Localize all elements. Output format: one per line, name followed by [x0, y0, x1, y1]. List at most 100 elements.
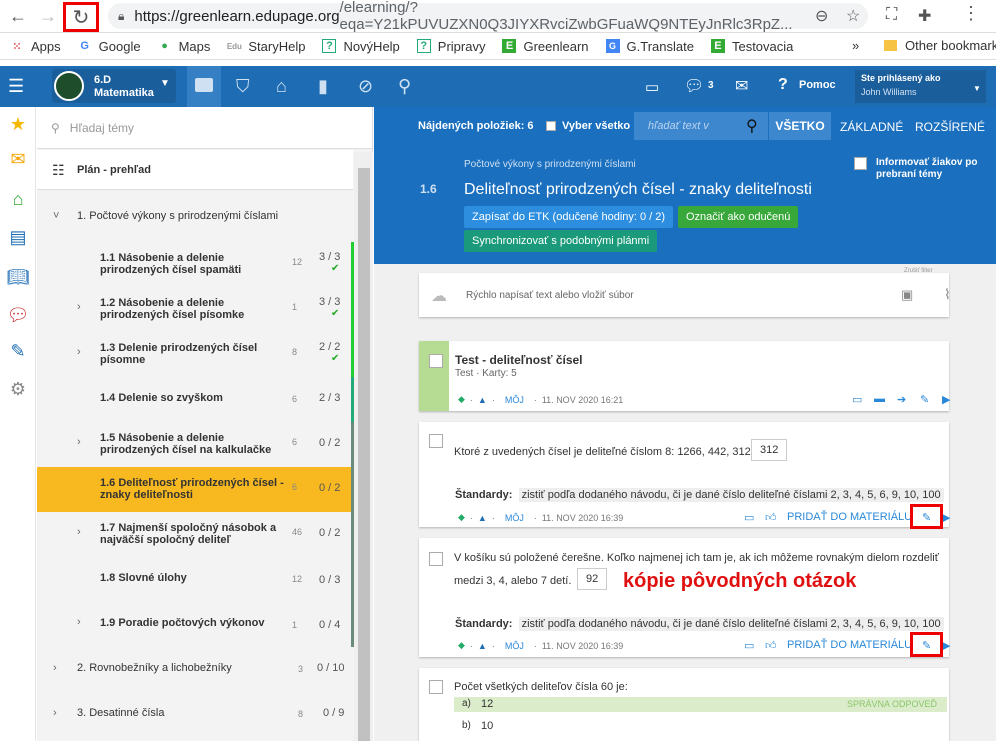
compass-icon[interactable]: ⊘ [358, 76, 373, 97]
tab-extended[interactable]: ROZŠÍRENÉ [915, 120, 985, 134]
home-icon[interactable]: ⌂ [6, 187, 30, 211]
test-card[interactable]: Test - deliteľnosť čísel Test · Karty: 5… [419, 341, 950, 411]
plan-scrollbar-thumb[interactable] [358, 168, 370, 741]
zoom-icon[interactable]: ⊖ [815, 6, 828, 26]
menu-dots-icon[interactable]: ⋮ [962, 3, 980, 24]
tag-icon[interactable]: ◆ [458, 394, 465, 405]
more-bookmarks-icon[interactable]: » [852, 38, 859, 53]
star-icon[interactable]: ★ [6, 112, 30, 136]
user-selector[interactable]: Ste prihlásený ako John Williams ▼ [855, 70, 986, 103]
shield-icon[interactable]: ⛉ [236, 76, 250, 97]
cast-icon[interactable]: ▭ [744, 511, 754, 524]
class-selector[interactable]: 6.D Matematika ▼ [52, 69, 176, 103]
discussion-icon[interactable]: 💬︎ [6, 303, 30, 327]
topic-row[interactable]: 1.8 Slovné úlohy 12 0 / 3 [37, 557, 356, 602]
chapter-row[interactable]: ˅ 1. Počtové výkony s prirodzenými čísla… [37, 199, 353, 229]
item-checkbox[interactable] [429, 552, 443, 566]
institution-icon[interactable]: ⌂ [276, 76, 287, 97]
login-icon[interactable]: ➔ [897, 393, 906, 406]
image-icon[interactable]: ▣ [901, 287, 913, 303]
item-checkbox[interactable] [429, 434, 443, 448]
extensions-icon[interactable]: ✚ [918, 6, 931, 26]
item-checkbox[interactable] [429, 354, 443, 368]
cast-icon[interactable]: ▭ [852, 393, 862, 406]
bookmark-maps[interactable]: ● Maps [158, 39, 210, 54]
item-checkbox[interactable] [429, 680, 443, 694]
play-icon[interactable]: ▶ [942, 393, 950, 406]
topic-row[interactable]: › 1.5 Násobenie a delenie prirodzených č… [37, 422, 356, 467]
notebook-icon[interactable]: ▤ [6, 225, 30, 249]
pencils-icon[interactable]: ✎ [6, 339, 30, 363]
thumbs-up-icon[interactable]: 👍︎ [765, 511, 777, 524]
folder-icon[interactable]: ▬ [874, 393, 885, 405]
fullscreen-icon[interactable]: ⛶ [886, 6, 897, 24]
chapter-row[interactable]: › 3. Desatinné čísla 8 0 / 9 [37, 692, 353, 737]
chat-bubbles-icon[interactable]: 💬︎ [684, 76, 704, 96]
topic-row[interactable]: › 1.3 Delenie prirodzených čísel písomne… [37, 332, 356, 377]
envelope-icon[interactable]: ✉ [735, 76, 748, 96]
filter-search-input[interactable]: hľadať text v ⚲ [634, 112, 768, 140]
question-card[interactable]: Ktoré z uvedených čísel je deliteľné čís… [419, 422, 950, 529]
cast-icon[interactable]: ▭ [645, 78, 659, 96]
tab-all[interactable]: VŠETKO [769, 112, 831, 140]
address-bar[interactable]: 🔒︎ https://greenlearn.edupage.org/elearn… [108, 0, 868, 33]
forward-arrow-icon[interactable]: → [36, 4, 60, 28]
question-card[interactable]: Počet všetkých deliteľov čísla 60 je: a)… [419, 668, 949, 741]
write-to-etk-button[interactable]: Zapísať do ETK (odučené hodiny: 0 / 2) [464, 206, 674, 228]
topic-row[interactable]: 1.1 Násobenie a delenie prirodzených čís… [37, 242, 356, 287]
topic-row[interactable]: › 1.9 Poradie počtových výkonov 1 0 / 4 [37, 602, 356, 647]
select-all-checkbox[interactable] [546, 121, 556, 131]
tab-elearning[interactable] [187, 66, 221, 107]
graduation-cap-icon[interactable]: ▲ [478, 395, 487, 405]
book-icon[interactable]: 📖︎ [6, 265, 30, 289]
bookmark-pripravy[interactable]: ? Pripravy [416, 39, 485, 54]
mark-taught-button[interactable]: Označiť ako odučenú [678, 206, 799, 228]
thumbs-up-icon[interactable]: 👍︎ [765, 639, 777, 652]
select-all-label[interactable]: Vyber všetko [562, 120, 630, 132]
graduation-cap-icon[interactable]: ▲ [478, 513, 487, 523]
bookmark-translate[interactable]: G G.Translate [605, 39, 694, 54]
add-to-material-button[interactable]: PRIDAŤ DO MATERIÁLU [787, 511, 912, 523]
envelope-icon[interactable]: ✉ [6, 147, 30, 171]
back-arrow-icon[interactable]: ← [6, 4, 30, 28]
graduation-cap-icon[interactable]: ▲ [478, 641, 487, 651]
sync-plans-button[interactable]: Synchronizovať s podobnými plánmi [464, 230, 658, 252]
add-to-material-button[interactable]: PRIDAŤ DO MATERIÁLU [787, 639, 912, 651]
pencil-icon[interactable]: ✎ [920, 393, 929, 406]
star-icon[interactable]: ☆ [846, 6, 860, 26]
bookmark-google[interactable]: G Google [78, 39, 140, 54]
plan-search[interactable]: ⚲ Hľadaj témy [37, 107, 372, 149]
tab-basic[interactable]: ZÁKLADNÉ [840, 120, 903, 134]
cast-icon[interactable]: ▭ [744, 639, 754, 652]
inform-students-label[interactable]: Informovať žiakov po prebraní témy [876, 157, 988, 181]
topic-row[interactable]: › 1.7 Najmenší spoločný násobok a najväč… [37, 512, 356, 557]
bookmark-staryhelp[interactable]: Edu StaryHelp [227, 39, 306, 54]
bookmark-apps[interactable]: ⁙ Apps [10, 39, 60, 54]
search-icon[interactable]: ⚲ [746, 116, 758, 136]
play-icon[interactable]: ▶ [942, 511, 950, 524]
topic-row-selected[interactable]: 1.6 Deliteľnosť prirodzených čísel - zna… [37, 467, 356, 512]
help-label[interactable]: Pomoc [799, 79, 836, 91]
inform-students-checkbox[interactable] [854, 157, 867, 170]
plan-overview[interactable]: ☷ Plán - prehľad [37, 150, 353, 190]
tag-icon[interactable]: ◆ [458, 640, 465, 651]
topic-row[interactable]: 1.4 Delenie so zvyškom 6 2 / 3 [37, 377, 356, 422]
bar-chart-icon[interactable]: ▮ [318, 76, 328, 97]
bookmark-greenlearn[interactable]: E Greenlearn [502, 39, 589, 54]
question-card[interactable]: V košíku sú položené čerešne. Koľko najm… [419, 538, 950, 657]
composer[interactable]: ☁ Rýchlo napísať text alebo vložiť súbor… [419, 273, 951, 317]
chevron-right-icon: › [77, 526, 81, 538]
bookmark-testovacia[interactable]: E Testovacia [710, 39, 793, 54]
gear-icon[interactable]: ⚙ [6, 377, 30, 401]
hamburger-menu-icon[interactable]: ☰ [8, 76, 24, 97]
other-bookmarks[interactable]: Other bookmarks [884, 38, 996, 53]
bookmark-novyhelp[interactable]: ? NovýHelp [322, 39, 400, 54]
help-icon[interactable]: ? [778, 76, 788, 94]
play-icon[interactable]: ▶ [942, 639, 950, 652]
attachment-icon[interactable]: ⌇ [944, 286, 951, 303]
tag-icon[interactable]: ◆ [458, 512, 465, 523]
walking-people-icon[interactable]: ⚲ [398, 76, 411, 97]
chapter-row[interactable]: › 2. Rovnobežníky a lichobežníky 3 0 / 1… [37, 647, 353, 692]
topic-row[interactable]: › 1.2 Násobenie a delenie prirodzených č… [37, 287, 356, 332]
reload-icon[interactable]: ↻ [63, 2, 99, 32]
